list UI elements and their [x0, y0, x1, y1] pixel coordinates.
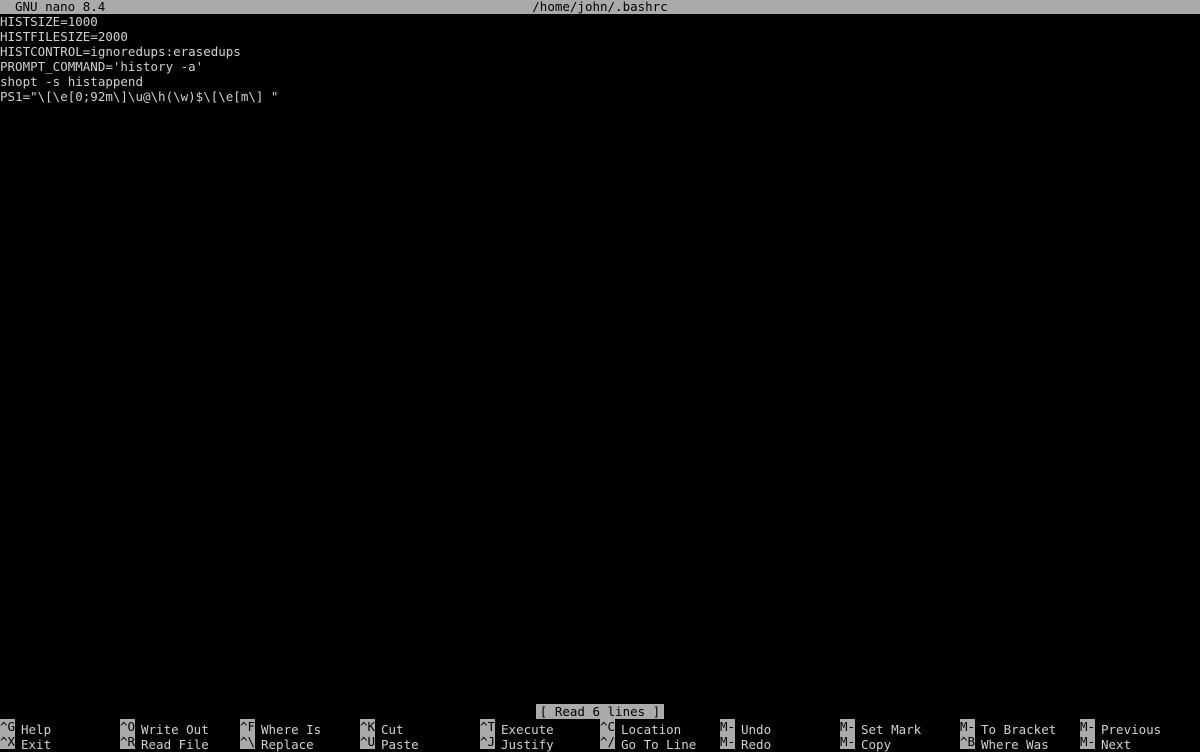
editor-area[interactable]: HISTSIZE=1000 HISTFILESIZE=2000 HISTCONT…	[0, 14, 1200, 104]
shortcut-undo[interactable]: M-UUndo	[720, 719, 840, 737]
shortcut-key: M-U	[720, 719, 735, 734]
shortcut-key: M-A	[840, 719, 855, 734]
shortcut-help[interactable]: ^G Help	[0, 719, 120, 737]
shortcut-next[interactable]: M-FNext	[1080, 734, 1200, 752]
shortcut-read-file[interactable]: ^R Read File	[120, 734, 240, 752]
shortcut-key: ^X	[0, 734, 15, 749]
editor-line[interactable]: HISTFILESIZE=2000	[0, 29, 1200, 44]
shortcut-key: M-E	[720, 734, 735, 749]
shortcut-key: M-B	[1080, 719, 1095, 734]
shortcut-key: ^B	[960, 734, 975, 749]
file-path: /home/john/.bashrc	[532, 0, 668, 14]
shortcut-key: ^O	[120, 719, 135, 734]
shortcut-execute[interactable]: ^T Execute	[480, 719, 600, 737]
status-bar: [ Read 6 lines ]	[0, 704, 1200, 719]
shortcut-key: M-F	[1080, 734, 1095, 749]
shortcut-key: ^R	[120, 734, 135, 749]
shortcut-key: M-]	[960, 719, 975, 734]
editor-line[interactable]: shopt -s histappend	[0, 74, 1200, 89]
shortcut-location[interactable]: ^C Location	[600, 719, 720, 737]
title-bar: GNU nano 8.4 /home/john/.bashrc	[0, 0, 1200, 14]
shortcut-key: ^C	[600, 719, 615, 734]
shortcut-where-is[interactable]: ^F Where Is	[240, 719, 360, 737]
shortcut-paste[interactable]: ^U Paste	[360, 734, 480, 752]
editor-line[interactable]: PROMPT_COMMAND='history -a'	[0, 59, 1200, 74]
editor-line[interactable]: PS1="\[\e[0;92m\]\u@\h(\w)$\[\e[m\] "	[0, 89, 1200, 104]
shortcut-where-was[interactable]: ^B Where Was	[960, 734, 1080, 752]
shortcut-key: ^K	[360, 719, 375, 734]
shortcut-cut[interactable]: ^K Cut	[360, 719, 480, 737]
shortcut-key: ^T	[480, 719, 495, 734]
shortcut-key: ^G	[0, 719, 15, 734]
shortcut-key: ^F	[240, 719, 255, 734]
shortcut-to-bracket[interactable]: M-]To Bracket	[960, 719, 1080, 737]
editor-line[interactable]: HISTCONTROL=ignoredups:erasedups	[0, 44, 1200, 59]
shortcut-row-1: ^G Help ^O Write Out ^F Where Is ^K Cut ^T Ex…	[0, 719, 1200, 737]
shortcut-write-out[interactable]: ^O Write Out	[120, 719, 240, 737]
shortcut-set-mark[interactable]: M-ASet Mark	[840, 719, 960, 737]
shortcut-key: ^U	[360, 734, 375, 749]
editor-line[interactable]: HISTSIZE=1000	[0, 14, 1200, 29]
shortcut-key: M-6	[840, 734, 855, 749]
shortcut-replace[interactable]: ^\ Replace	[240, 734, 360, 752]
shortcut-exit[interactable]: ^X Exit	[0, 734, 120, 752]
shortcut-go-to-line[interactable]: ^/Go To Line	[600, 734, 720, 752]
shortcut-key: ^\	[240, 734, 255, 749]
shortcut-previous[interactable]: M-BPrevious	[1080, 719, 1200, 737]
status-message: [ Read 6 lines ]	[535, 704, 665, 719]
shortcut-key: ^/	[600, 734, 615, 749]
shortcut-key: ^J	[480, 734, 495, 749]
shortcut-justify[interactable]: ^J Justify	[480, 734, 600, 752]
shortcut-redo[interactable]: M-ERedo	[720, 734, 840, 752]
shortcut-row-2: ^X Exit ^R Read File ^\ Replace ^U Paste ^J J…	[0, 734, 1200, 752]
shortcut-copy[interactable]: M-6Copy	[840, 734, 960, 752]
